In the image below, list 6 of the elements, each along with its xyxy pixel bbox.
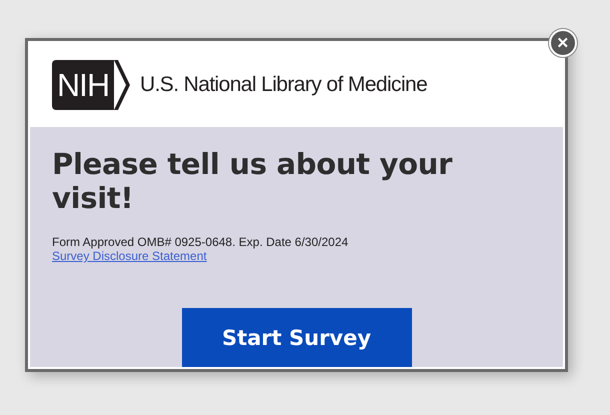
approval-notice: Form Approved OMB# 0925-0648. Exp. Date 6/30/2024 <box>52 235 350 249</box>
logo-text: U.S. National Library of Medicine <box>140 73 428 97</box>
close-button[interactable]: ✕ <box>549 29 577 57</box>
disclosure-link[interactable]: Survey Disclosure Statement <box>52 249 207 263</box>
start-survey-button[interactable]: Start Survey <box>182 308 412 367</box>
dialog-heading: Please tell us about your visit! <box>52 147 454 215</box>
